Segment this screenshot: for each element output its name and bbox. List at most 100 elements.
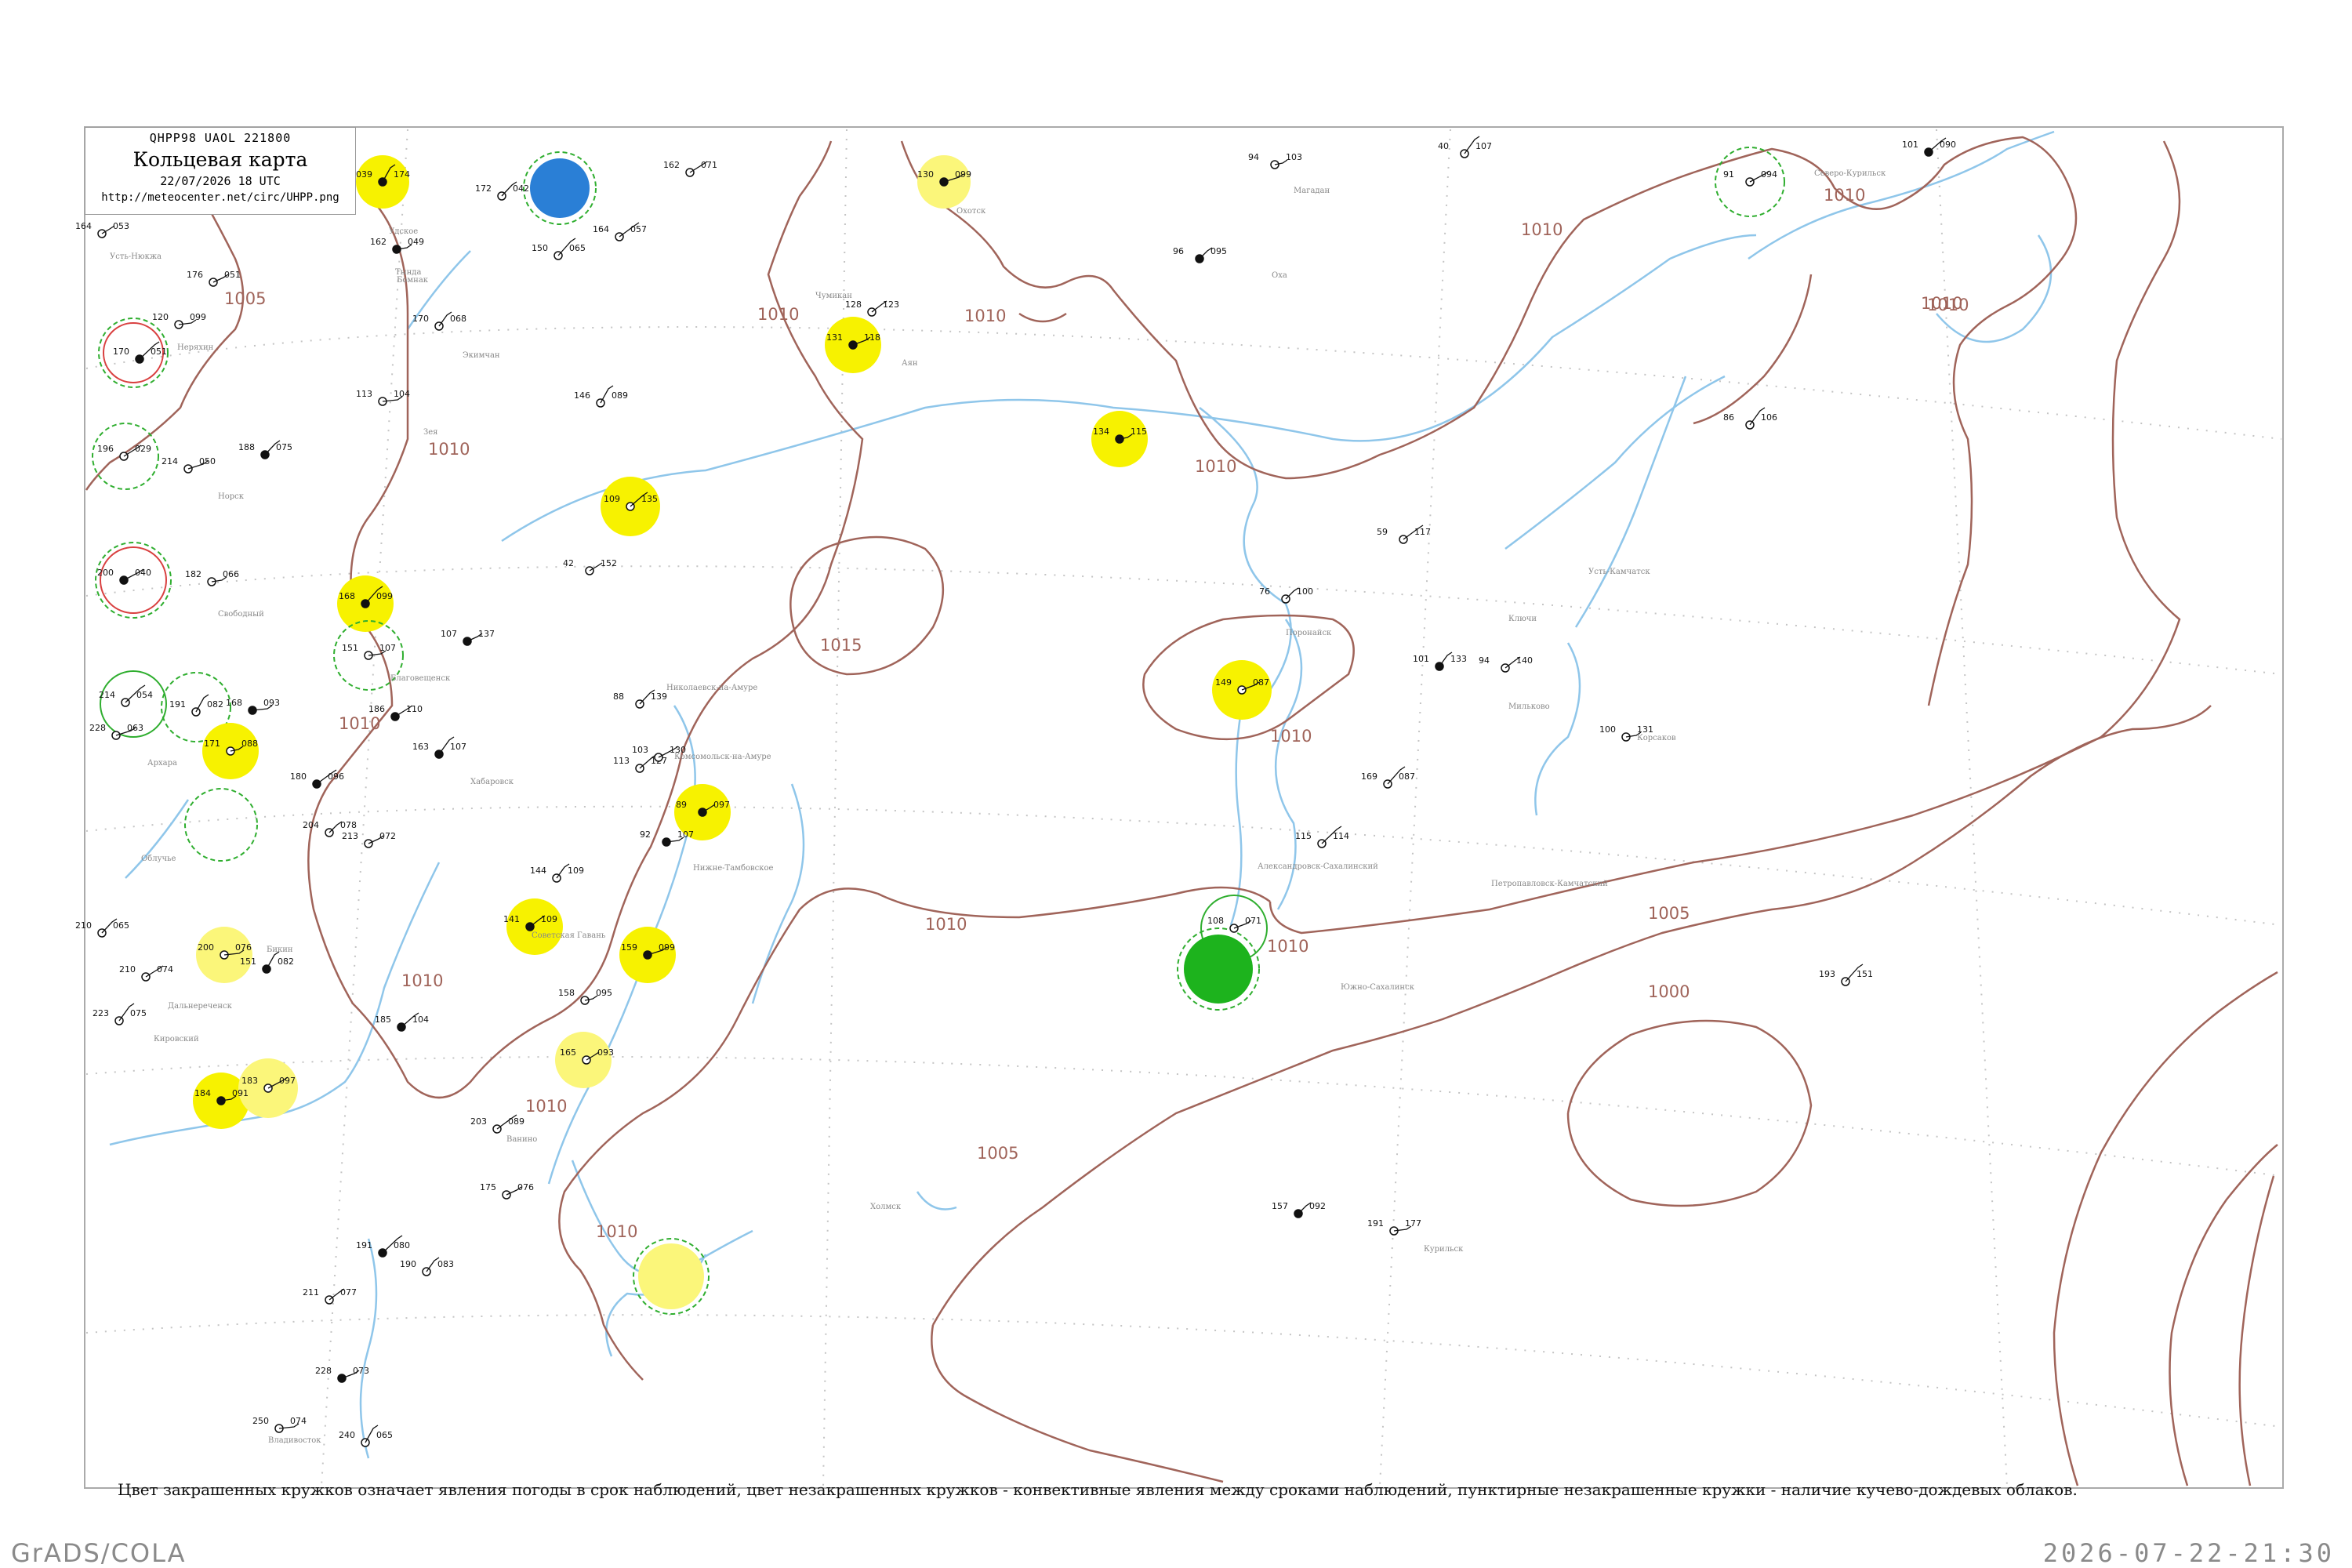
station-code: 211: [303, 1287, 319, 1298]
station-code: 171: [204, 739, 220, 749]
station-pressure: 099: [955, 169, 971, 180]
station-code: 108: [1207, 916, 1224, 926]
isobar-label: 1010: [1521, 220, 1563, 239]
station-plot: 114 115: [1295, 826, 1349, 848]
station-plot: 137 107: [441, 629, 495, 646]
station-plot: 054 214: [99, 684, 153, 707]
station-pressure: 139: [651, 691, 667, 702]
place-name: Оха: [1272, 271, 1287, 280]
station-code: 213: [342, 831, 358, 841]
place-name: Неряхин: [177, 343, 214, 352]
station-code: 172: [475, 183, 492, 194]
station-plot: 068 170: [412, 311, 466, 331]
station-code: 128: [845, 299, 862, 310]
station-plot: 133 101: [1413, 652, 1467, 671]
isobar-label: 1010: [428, 440, 470, 459]
station-plot: 066 182: [185, 569, 239, 586]
station-plot: 096 180: [290, 769, 344, 789]
station-code: 196: [97, 444, 114, 454]
station-pressure: 104: [412, 1014, 429, 1025]
place-names: Усть-НюкжаНеряхинТындаБомнакЭкимчанЗеяНо…: [110, 169, 1886, 1445]
bulletin-code: QHPP98 UAOL 221800: [149, 131, 292, 145]
station-code: 134: [1093, 426, 1109, 437]
station-plot: 107 163: [412, 736, 466, 759]
station-code: 94: [1479, 655, 1490, 666]
station-pressure: 097: [713, 800, 730, 810]
station-pressure: 053: [113, 221, 129, 231]
station-plot: 107 40: [1438, 136, 1492, 158]
station-code: 185: [375, 1014, 391, 1025]
station-pressure: 051: [151, 347, 167, 357]
isobar-label: 1010: [1267, 937, 1308, 956]
station-code: 151: [342, 643, 358, 653]
station-pressure: 072: [379, 831, 396, 841]
station-code: 165: [560, 1047, 576, 1058]
station-pressure: 106: [1761, 412, 1777, 423]
station-plot: 074 250: [252, 1416, 307, 1433]
place-name: Хабаровск: [470, 778, 514, 786]
place-name: Бикин: [267, 946, 293, 954]
phenomena-circle: [638, 1243, 704, 1309]
phenomena-circle: [184, 788, 258, 862]
station-plot: 140 94: [1479, 655, 1533, 673]
isobar-north-east: [1693, 274, 1813, 425]
station-plot: 107 92: [640, 829, 694, 847]
place-name: Комсомольск-на-Амуре: [674, 753, 771, 761]
station-code: 204: [303, 820, 319, 830]
place-name: Нижне-Тамбовское: [693, 864, 773, 873]
station-pressure: 099: [659, 942, 675, 953]
station-code: 94: [1248, 152, 1259, 162]
station-code: 144: [530, 866, 546, 876]
legend-caption: Цвет закрашенных кружков означает явлени…: [118, 1480, 2078, 1499]
station-plot: 082 191: [169, 694, 223, 717]
map-url: http://meteocenter.net/circ/UHPP.png: [101, 191, 339, 204]
station-code: 168: [339, 591, 355, 601]
station-pressure: 057: [630, 224, 647, 234]
station-pressure: 109: [568, 866, 584, 876]
isobar-label: 1010: [1824, 186, 1865, 205]
station-code: 88: [613, 691, 624, 702]
station-pressure: 107: [379, 643, 396, 653]
station-pressure: 094: [1761, 169, 1777, 180]
isobar-label: 1005: [224, 289, 266, 308]
station-plot: 065 210: [75, 918, 129, 938]
isobar-1000: [1566, 1019, 1813, 1207]
station-pressure: 050: [199, 456, 216, 466]
station-pressure: 107: [677, 829, 694, 840]
station-pressure: 074: [157, 964, 173, 975]
station-code: 107: [441, 629, 457, 639]
station-plot: 095 96: [1173, 246, 1227, 263]
station-pressure: 075: [276, 442, 292, 452]
isobar-label: 1000: [1648, 982, 1690, 1001]
station-pressure: 077: [340, 1287, 357, 1298]
station-pressure: 040: [135, 568, 151, 578]
station-pressure: 137: [478, 629, 495, 639]
station-code: 157: [1272, 1201, 1288, 1211]
station-code: 240: [339, 1430, 355, 1440]
station-pressure: 117: [1414, 527, 1431, 537]
isobar-far-east-3: [2169, 1144, 2278, 1486]
station-pressure: 087: [1253, 677, 1269, 688]
station-plot: 057 164: [593, 222, 647, 241]
station-plot: 090 101: [1902, 137, 1956, 157]
station-pressure: 029: [135, 444, 151, 454]
station-pressure: 074: [290, 1416, 307, 1426]
station-pressure: 133: [1450, 654, 1467, 664]
station-pressure: 082: [278, 956, 294, 967]
station-pressure: 083: [437, 1259, 454, 1269]
station-pressure: 174: [394, 169, 410, 180]
station-pressure: 115: [1131, 426, 1147, 437]
isobar-label: 1010: [757, 305, 799, 324]
station-code: 182: [185, 569, 201, 579]
station-code: 250: [252, 1416, 269, 1426]
station-code: 159: [621, 942, 637, 953]
station-pressure: 107: [1475, 141, 1492, 151]
station-pressure: 093: [597, 1047, 614, 1058]
phenomena-circle: [506, 898, 563, 955]
station-pressure: 066: [223, 569, 239, 579]
map-frame: [84, 126, 2284, 1489]
isobar-label: 1010: [925, 915, 967, 934]
station-plots: 174 039 042 172 071 162 099 130 103 94 107 40 090 101…: [75, 136, 1956, 1447]
station-pressure: 051: [224, 270, 241, 280]
place-name: Поронайск: [1286, 629, 1332, 637]
